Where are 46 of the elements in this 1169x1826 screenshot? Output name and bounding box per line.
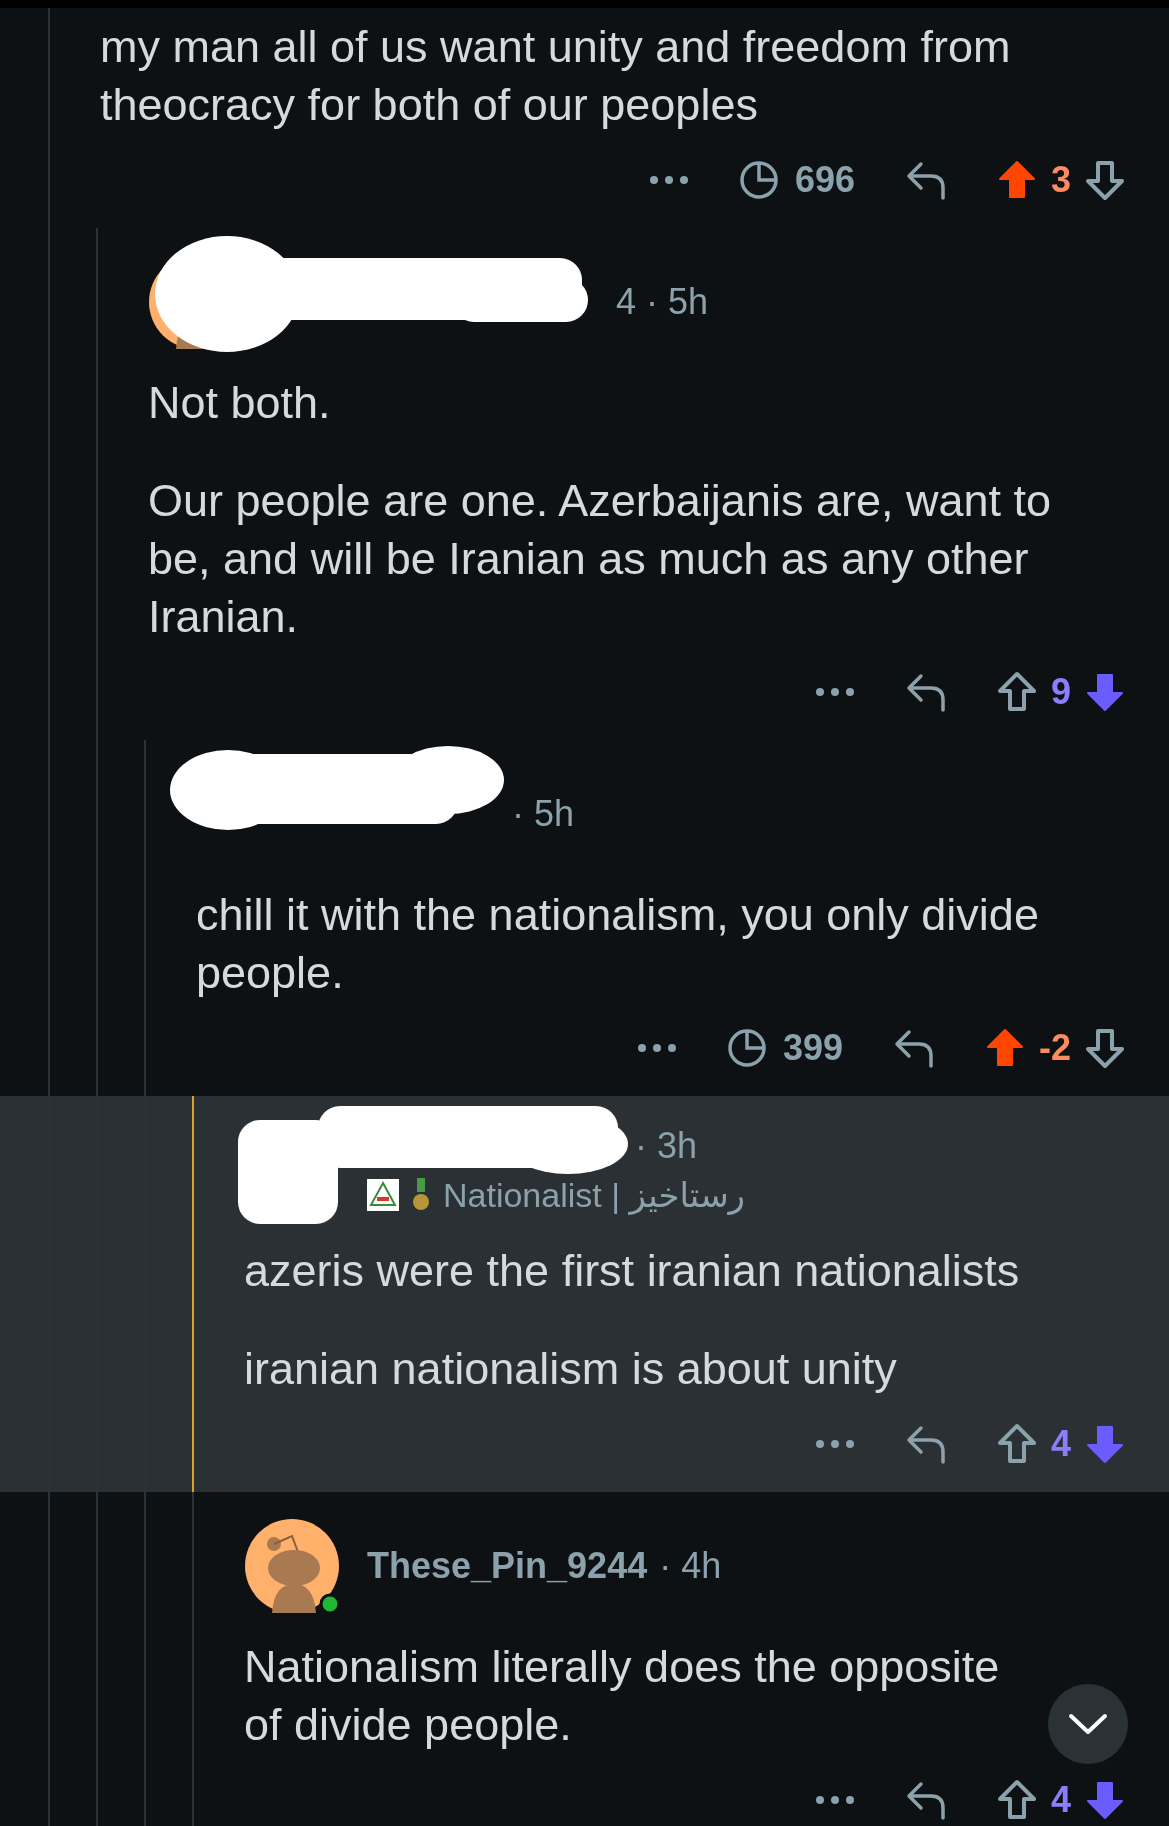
reply-button[interactable] [904, 1780, 947, 1820]
comment-text: Our people are one. Azerbaijanis are, want to be, and will be Iranian as much as any other Iranian. [148, 474, 1053, 644]
more-options-button[interactable] [814, 687, 855, 697]
comment-time: 4 · 5h [616, 281, 709, 323]
vote-score: 9 [1050, 671, 1071, 713]
comment-text: azeris were the first iranian nationalists [244, 1244, 1021, 1298]
views-icon [726, 1028, 767, 1068]
upvote-button[interactable] [996, 1779, 1037, 1821]
upvote-button[interactable] [996, 671, 1037, 713]
vote-score: 3 [1050, 159, 1071, 201]
more-options-button[interactable] [636, 1043, 677, 1053]
medal-icon [411, 1178, 431, 1212]
view-count: 696 [794, 159, 855, 201]
vote-score: -2 [1039, 1027, 1071, 1069]
chevron-down-icon [1068, 1713, 1108, 1735]
reply-button[interactable] [893, 1028, 935, 1068]
comment-text: Not both. [148, 376, 332, 430]
comment-time: · 5h [512, 793, 575, 835]
user-flair: Nationalist | رستاخیز [443, 1175, 746, 1215]
downvote-button[interactable] [1085, 1779, 1125, 1821]
views-icon [738, 160, 779, 200]
comment-text: Nationalism literally does the opposite of divide people. [244, 1640, 1001, 1752]
comment-time: · 4h [659, 1545, 722, 1587]
downvote-button[interactable] [1085, 1027, 1125, 1069]
comment-text: chill it with the nationalism, you only divide people. [196, 888, 1040, 1000]
emblem-icon [367, 1179, 399, 1211]
more-options-button[interactable] [814, 1439, 855, 1449]
comment-text: iranian nationalism is about unity [244, 1342, 898, 1396]
downvote-button[interactable] [1085, 159, 1125, 201]
vote-score: 4 [1050, 1779, 1071, 1821]
more-options-button[interactable] [814, 1795, 855, 1805]
avatar-icon [244, 1518, 340, 1614]
vote-score: 4 [1050, 1423, 1071, 1465]
upvote-button[interactable] [985, 1027, 1025, 1069]
comment-text: my man all of us want unity and freedom from theocracy for both of our peoples [100, 20, 1012, 132]
username[interactable]: These_Pin_9244 [367, 1545, 648, 1587]
view-count: 399 [782, 1027, 843, 1069]
comment-time: · 3h [635, 1125, 698, 1167]
downvote-button[interactable] [1085, 671, 1125, 713]
upvote-button[interactable] [996, 159, 1037, 201]
more-options-button[interactable] [648, 175, 689, 185]
reply-button[interactable] [904, 1424, 947, 1464]
reply-button[interactable] [904, 160, 947, 200]
upvote-button[interactable] [996, 1423, 1037, 1465]
reply-button[interactable] [904, 672, 947, 712]
downvote-button[interactable] [1085, 1423, 1125, 1465]
